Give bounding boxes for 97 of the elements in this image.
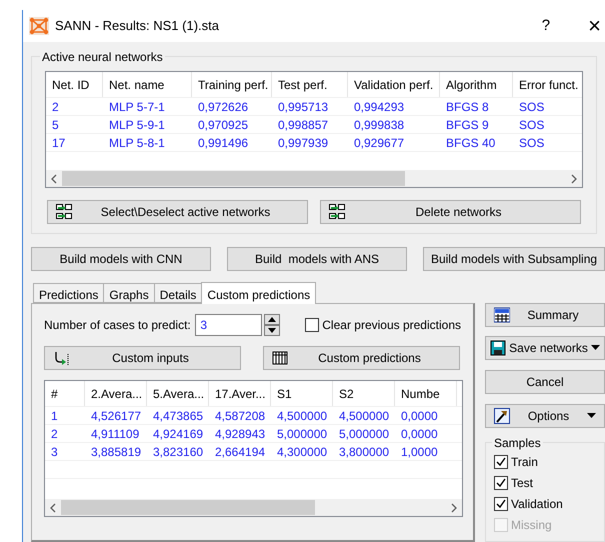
build-models-button[interactable]: Build models with Subsampling (423, 247, 605, 271)
select-deselect-button[interactable]: Select\Deselect active networks (47, 200, 308, 224)
table-icon (494, 307, 510, 323)
table-cell-text: 0,995713 (277, 98, 330, 115)
column-header[interactable]: S2 (333, 381, 395, 406)
cancel-button[interactable]: Cancel (485, 370, 605, 394)
table-cell-text: 17 (51, 134, 66, 151)
checkbox[interactable] (494, 454, 508, 468)
tab[interactable]: Predictions (33, 283, 104, 303)
help-button[interactable]: ? (542, 14, 550, 38)
table-cell-text: 4,924169 (152, 426, 204, 442)
field-label: Number of cases to predict: (44, 317, 192, 334)
column-header[interactable]: Validation perf. (348, 72, 440, 97)
table-cell-text: 2 (50, 426, 59, 442)
table-cell-text: 4,300000 (276, 444, 328, 460)
checkbox-label: Clear previous predictions (322, 317, 461, 334)
network-icon (29, 17, 49, 35)
table-cell-text: 0,994293 (353, 98, 406, 115)
caret-icon (591, 345, 600, 351)
column-header[interactable]: # (45, 381, 85, 406)
column-header[interactable]: Numbe (395, 381, 457, 406)
table-cell-text: 4,526177 (90, 408, 142, 424)
table-cell-text: MLP 5-7-1 (108, 98, 166, 115)
checkbox[interactable] (494, 496, 508, 510)
table-cell-text: 3,800000 (338, 444, 390, 460)
table-cell-text: 5,000000 (338, 426, 390, 442)
custom-predictions-button[interactable]: Custom predictions (263, 346, 460, 370)
close-button[interactable]: × (588, 15, 601, 37)
grid-icon (272, 350, 288, 366)
table-cell-text: 4,911109 (90, 426, 140, 442)
grid-arrow-icon (329, 204, 345, 220)
checkbox[interactable] (494, 476, 508, 490)
table-cell-text: 3 (50, 444, 59, 460)
save-networks-button[interactable]: Save networks (485, 336, 605, 360)
table-cell-text: 0,997939 (277, 134, 330, 151)
build-models-button[interactable]: Build models with CNN (31, 247, 211, 271)
table-cell-text: 4,928943 (214, 426, 266, 442)
table-cell-text: SOS (518, 134, 546, 151)
table-cell-text: 0,991496 (197, 134, 250, 151)
spin-buttons-icon (264, 314, 280, 336)
column-header[interactable]: 17.Aver... (209, 381, 271, 406)
table-cell-text: 0,929677 (353, 134, 406, 151)
column-header[interactable]: 2.Avera... (85, 381, 147, 406)
options-button[interactable]: Options (485, 404, 605, 428)
window-title: SANN - Results: NS1 (1).sta (55, 17, 220, 36)
table-cell-text: 0,972626 (197, 98, 250, 115)
table-cell-text: SOS (518, 98, 546, 115)
cases-field[interactable]: 3 (195, 314, 262, 336)
table-cell-text: MLP 5-8-1 (108, 134, 166, 151)
build-models-button[interactable]: Build models with ANS (227, 247, 407, 271)
custom-inputs-button[interactable]: Custom inputs (44, 346, 241, 370)
table-cell-text: 4,473865 (152, 408, 204, 424)
tab[interactable]: Details (154, 283, 202, 303)
summary-button[interactable]: Summary (485, 303, 605, 327)
arrow-icon (53, 350, 69, 366)
table-cell-text: SOS (518, 116, 546, 133)
table-cell-text: 4,500000 (276, 408, 328, 424)
table-cell-text: 4,500000 (338, 408, 390, 424)
checkbox[interactable] (305, 318, 320, 332)
hammer-icon (494, 408, 510, 424)
column-header[interactable]: 5.Avera... (147, 381, 209, 406)
checkbox-label: Test (511, 474, 534, 492)
checkbox-label: Validation (511, 496, 563, 512)
table-cell-text: 5 (51, 116, 60, 133)
column-header[interactable]: Error funct. (513, 72, 582, 97)
column-header[interactable]: Net. name (103, 72, 192, 97)
horizontal-scrollbar[interactable] (46, 170, 582, 187)
table-cell-text: 4,587208 (214, 408, 266, 424)
table-cell-text: 5,000000 (276, 426, 328, 442)
table-cell-text: 2 (51, 98, 60, 115)
horizontal-scrollbar[interactable] (45, 499, 462, 516)
tab[interactable]: Graphs (103, 283, 155, 303)
column-header[interactable]: Algorithm (440, 72, 513, 97)
checkbox-label: Train (511, 454, 538, 470)
grid-arrow-icon (56, 204, 72, 220)
table-cell-text: BFGS 9 (445, 116, 490, 133)
table-cell-text: 0,970925 (197, 116, 250, 133)
table-cell-text: 1,0000 (400, 444, 439, 460)
caret-icon (587, 413, 596, 419)
column-header[interactable]: Test perf. (272, 72, 348, 97)
table-cell-text: MLP 5-9-1 (108, 116, 166, 133)
delete-networks-button[interactable]: Delete networks (320, 200, 581, 224)
table-cell-text: BFGS 8 (445, 98, 490, 115)
table-cell-text: 0,0000 (400, 426, 439, 442)
column-header[interactable]: Training perf. (192, 72, 272, 97)
table-cell-text: 3,823160 (152, 444, 204, 460)
table-cell-text: 0,999838 (353, 116, 406, 133)
table-cell-text: 3,885819 (90, 444, 142, 460)
table-cell-text: 1 (50, 408, 59, 424)
column-header[interactable]: Net. ID (46, 72, 103, 97)
checkbox-label: Missing (511, 516, 552, 534)
table-cell-text: BFGS 40 (445, 134, 496, 151)
table-cell-text: 0,0000 (400, 408, 439, 424)
column-header[interactable]: S1 (271, 381, 333, 406)
table-cell-text: 0,998857 (277, 116, 330, 133)
table-cell-text: 2,664194 (214, 444, 266, 460)
tab[interactable]: Custom predictions (201, 282, 316, 304)
